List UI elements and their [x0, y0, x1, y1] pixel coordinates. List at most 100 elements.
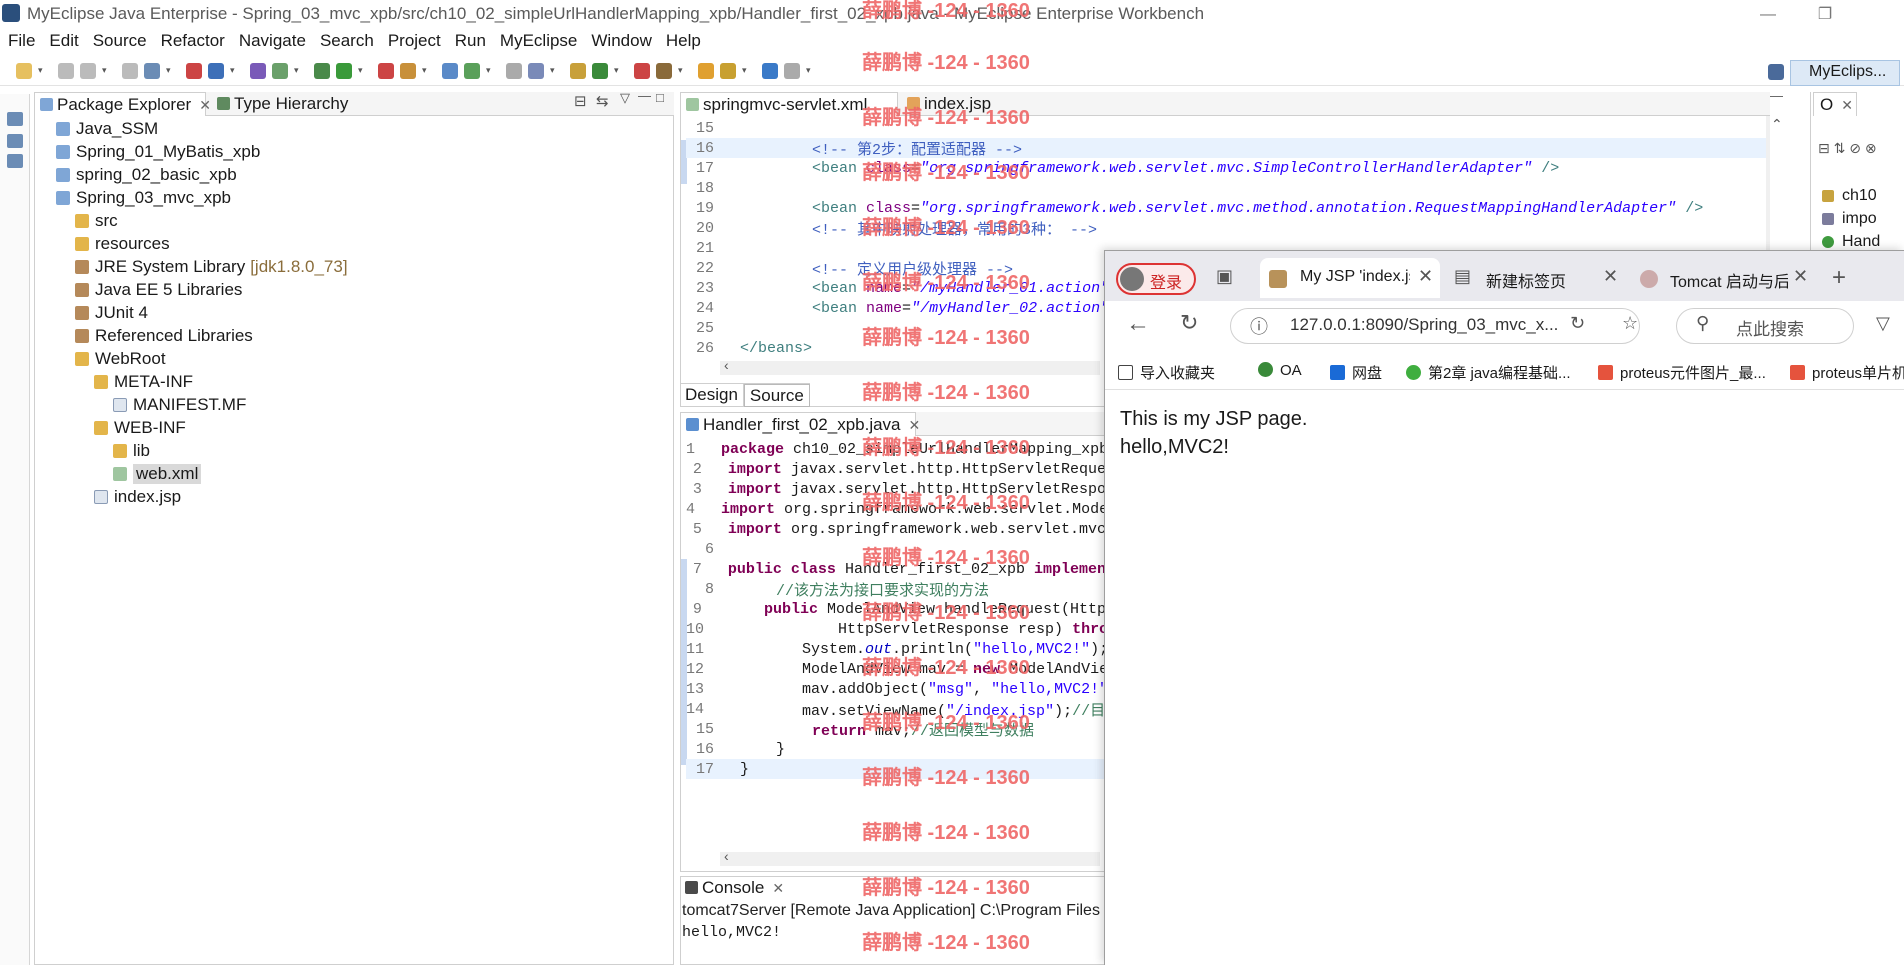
code-line[interactable]: 19 <bean class="org.springframework.web.s…	[686, 198, 1766, 218]
bookmark-java-chapter[interactable]: 第2章 java编程基础...	[1406, 362, 1571, 383]
code-line[interactable]: 2 import javax.servlet.http.HttpServletRe…	[686, 459, 1106, 479]
minimize-editor-icon[interactable]: —	[1770, 88, 1783, 103]
close-icon[interactable]: ✕	[199, 97, 211, 113]
close-icon[interactable]: ✕	[1841, 97, 1853, 113]
chevron-down-icon[interactable]: ▾	[486, 65, 494, 76]
scroll-up-icon[interactable]: ⌃	[1771, 116, 1783, 133]
compat-mode-icon[interactable]: ↻	[1570, 313, 1585, 334]
close-tab-icon[interactable]: ✕	[1603, 266, 1618, 287]
favorite-star-icon[interactable]: ☆	[1622, 313, 1638, 334]
outline-toolbar-icons[interactable]: ⊟ ⇅ ⊘ ⊗	[1818, 140, 1877, 157]
tree-item[interactable]: MANIFEST.MF	[56, 393, 656, 416]
tree-item[interactable]: JUnit 4	[56, 301, 656, 324]
tree-item[interactable]: lib	[56, 439, 656, 462]
java-horizontal-scrollbar[interactable]: ‹	[720, 848, 1100, 866]
outline-item-class[interactable]: Hand	[1842, 233, 1880, 251]
toolbar-tool-icon[interactable]	[80, 62, 96, 79]
menu-myeclipse[interactable]: MyEclipse	[492, 28, 583, 54]
chevron-down-icon[interactable]: ▽	[1876, 313, 1890, 334]
code-line[interactable]: 20 <!-- 其中映射处理器，常用的3种： -->	[686, 218, 1766, 239]
tree-item[interactable]: Java_SSM	[56, 117, 656, 140]
toolbar-tool-icon[interactable]	[506, 62, 522, 79]
menu-navigate[interactable]: Navigate	[231, 28, 312, 54]
menu-refactor[interactable]: Refactor	[153, 28, 231, 54]
toolbar-tool-icon[interactable]	[208, 62, 224, 79]
tree-item[interactable]: WebRoot	[56, 347, 656, 370]
chevron-down-icon[interactable]: ▾	[166, 65, 174, 76]
toolbar-tool-icon[interactable]	[698, 62, 714, 79]
chevron-down-icon[interactable]: ▾	[614, 65, 622, 76]
toolbar-tool-icon[interactable]	[378, 62, 394, 79]
bookmark-netdisk[interactable]: 网盘	[1330, 362, 1382, 383]
code-line[interactable]: 16 <!-- 第2步：配置适配器 -->	[686, 138, 1766, 159]
scroll-left-icon[interactable]: ‹	[724, 848, 729, 864]
browser-tab-tomcat[interactable]: Tomcat 启动与后 ✕	[1636, 258, 1816, 298]
menu-help[interactable]: Help	[658, 28, 707, 54]
tab-package-explorer[interactable]: Package Explorer ✕	[34, 92, 211, 116]
tree-item[interactable]: Spring_01_MyBatis_xpb	[56, 140, 656, 163]
tab-list-icon[interactable]: ▣	[1216, 266, 1233, 287]
chevron-down-icon[interactable]: ▾	[806, 65, 814, 76]
toolbar-tool-icon[interactable]	[144, 62, 160, 79]
maximize-view-icon[interactable]: □	[656, 90, 664, 105]
toolbar-tool-icon[interactable]	[250, 62, 266, 79]
toolbar-tool-icon[interactable]	[442, 62, 458, 79]
menu-window[interactable]: Window	[583, 28, 657, 54]
perspective-myeclipse-button[interactable]: MyEclips...	[1790, 60, 1900, 86]
minimize-button[interactable]: —	[1748, 2, 1788, 28]
menu-source[interactable]: Source	[85, 28, 153, 54]
info-icon[interactable]: ⓘ	[1250, 313, 1268, 339]
bookmark-import[interactable]: 导入收藏夹	[1118, 362, 1215, 383]
toolbar-tool-icon[interactable]	[272, 62, 288, 79]
menu-search[interactable]: Search	[312, 28, 380, 54]
browser-tab-new-tab[interactable]: ▤ 新建标签页 ✕	[1448, 258, 1628, 298]
toolbar-tool-icon[interactable]	[762, 62, 778, 79]
close-tab-icon[interactable]: ✕	[1793, 266, 1808, 287]
toolbar-tool-icon[interactable]	[592, 62, 608, 79]
toolbar-tool-icon[interactable]	[58, 62, 74, 79]
tab-outline[interactable]: O ✕	[1813, 92, 1857, 116]
toolbar-tool-icon[interactable]	[528, 62, 544, 79]
tab-console[interactable]: Console ✕	[680, 876, 790, 900]
view-menu-icon[interactable]: ▽	[620, 90, 630, 106]
toolbar-tool-icon[interactable]	[784, 62, 800, 79]
menu-project[interactable]: Project	[380, 28, 447, 54]
code-line[interactable]: 17 <bean class="org.springframework.web.s…	[686, 158, 1766, 178]
tree-item[interactable]: WEB-INF	[56, 416, 656, 439]
tab-design[interactable]: Design	[680, 384, 744, 407]
xml-horizontal-scrollbar[interactable]: ‹	[720, 357, 1100, 375]
toolbar-tool-icon[interactable]	[186, 62, 202, 79]
tab-source[interactable]: Source	[743, 384, 810, 407]
collapse-all-icon[interactable]: ⊟	[574, 92, 587, 110]
toolbar-tool-icon[interactable]	[720, 62, 736, 79]
outline-item-package[interactable]: ch10	[1842, 187, 1877, 205]
chevron-down-icon[interactable]: ▾	[678, 65, 686, 76]
close-icon[interactable]: ✕	[772, 880, 784, 896]
bookmark-oa[interactable]: OA	[1258, 362, 1302, 379]
chevron-down-icon[interactable]: ▾	[358, 65, 366, 76]
tree-item[interactable]: index.jsp	[56, 485, 656, 508]
chevron-down-icon[interactable]: ▾	[102, 65, 110, 76]
code-line[interactable]: 5 import org.springframework.web.servlet.…	[686, 519, 1106, 539]
refresh-icon[interactable]: ↻	[1180, 310, 1198, 336]
tree-item[interactable]: JRE System Library [jdk1.8.0_73]	[56, 255, 656, 278]
code-line[interactable]: 13 mav.addObject("msg", "hello,MVC2!"	[686, 679, 1106, 699]
code-line[interactable]: 16}	[686, 739, 1106, 759]
console-output[interactable]: hello,MVC2!	[682, 924, 781, 941]
back-arrow-icon[interactable]: ←	[1126, 310, 1150, 338]
toolbar-tool-icon[interactable]	[570, 62, 586, 79]
tree-item[interactable]: Referenced Libraries	[56, 324, 656, 347]
toolbar-tool-icon[interactable]	[656, 62, 672, 79]
chevron-down-icon[interactable]: ▾	[550, 65, 558, 76]
tab-type-hierarchy[interactable]: Type Hierarchy	[212, 92, 382, 116]
tree-item[interactable]: resources	[56, 232, 656, 255]
chevron-down-icon[interactable]: ▾	[230, 65, 238, 76]
tree-item[interactable]: Java EE 5 Libraries	[56, 278, 656, 301]
toolbar-tool-icon[interactable]	[16, 62, 32, 79]
snippets-view-icon[interactable]	[7, 154, 23, 168]
new-tab-plus-icon[interactable]: +	[1832, 264, 1846, 292]
tree-item[interactable]: spring_02_basic_xpb	[56, 163, 656, 186]
tree-item[interactable]: META-INF	[56, 370, 656, 393]
restore-view-icon[interactable]	[7, 112, 23, 126]
scroll-left-icon[interactable]: ‹	[724, 357, 729, 373]
